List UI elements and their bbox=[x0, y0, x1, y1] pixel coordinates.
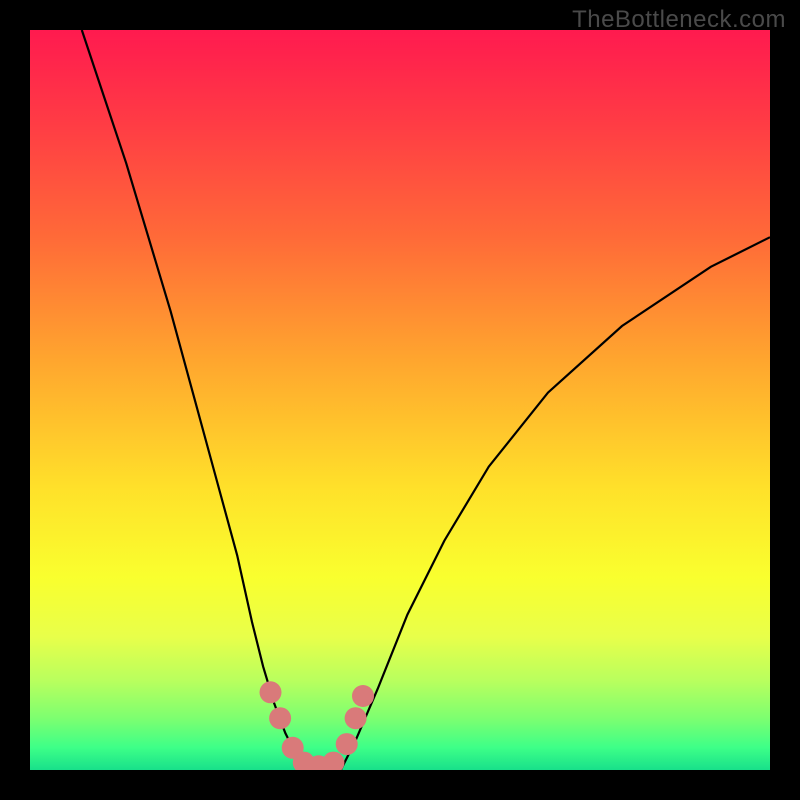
highlight-dot bbox=[336, 733, 358, 755]
highlight-dot bbox=[352, 685, 374, 707]
chart-svg bbox=[30, 30, 770, 770]
watermark-text: TheBottleneck.com bbox=[572, 6, 786, 34]
highlight-dot bbox=[345, 707, 367, 729]
highlight-dot bbox=[269, 707, 291, 729]
chart-frame: TheBottleneck.com bbox=[0, 0, 800, 800]
plot-area bbox=[30, 30, 770, 770]
highlight-dot bbox=[260, 681, 282, 703]
gradient-background bbox=[30, 30, 770, 770]
